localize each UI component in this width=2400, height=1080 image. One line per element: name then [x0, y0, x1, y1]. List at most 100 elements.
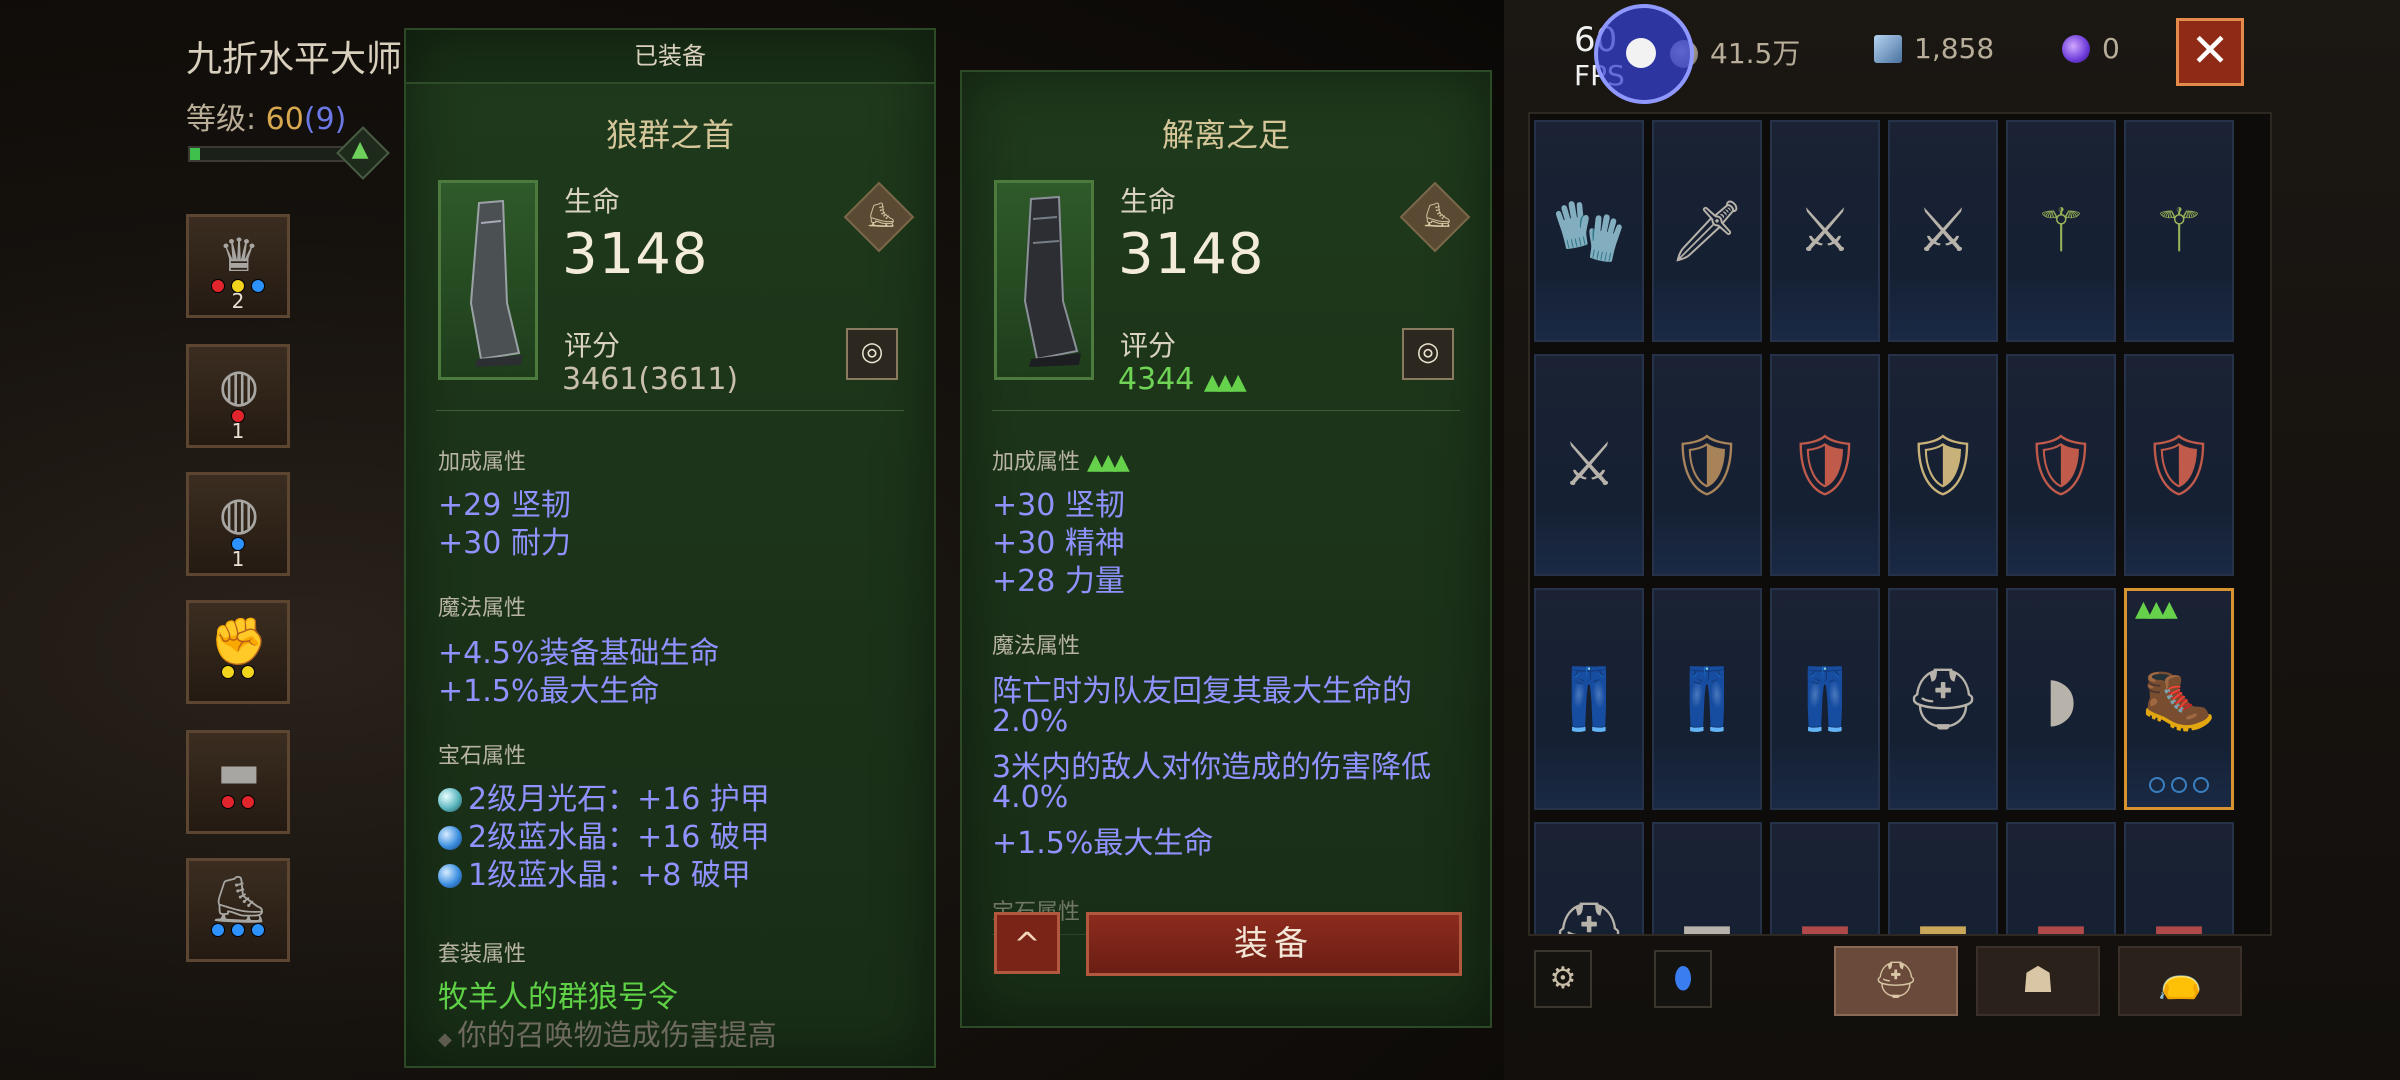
dark-helm-icon: ⛑: [1550, 898, 1628, 936]
inventory-tabbar: ⚙ ⬮ ⛑ ☗ 👝: [1528, 942, 2268, 1042]
upgrade-arrows-icon: ▲▲▲: [1203, 370, 1247, 395]
blue-gem-icon: [231, 923, 245, 937]
inventory-slot[interactable]: ▬: [1888, 822, 1998, 936]
empty-sockets: [2127, 777, 2231, 797]
equipment-slot-crown-of-gems[interactable]: ♛ 2: [186, 214, 290, 318]
serrated-sword-icon: ⚔: [1798, 196, 1852, 266]
pauldron-icon: ◗: [2045, 664, 2077, 734]
yellow-gem-icon: [241, 665, 255, 679]
bonus-attr: +30 耐力: [438, 526, 571, 561]
magic-attr: +1.5%最大生命: [992, 826, 1214, 861]
magic-attr: 4.0%: [992, 780, 1069, 815]
collapse-up-button[interactable]: ^: [994, 912, 1060, 974]
crown-of-gems-icon: ♛: [218, 228, 260, 282]
inventory-slot[interactable]: 🥾 ▲▲▲: [2124, 588, 2234, 810]
divider: [992, 410, 1460, 411]
inventory-slot[interactable]: ⛑: [1534, 822, 1644, 936]
upgrade-arrows-icon: ▲▲▲: [2135, 597, 2178, 622]
sapphire-icon: [438, 864, 462, 888]
compare-icon[interactable]: ◎: [846, 328, 898, 380]
inventory-slot[interactable]: 🛡: [2006, 354, 2116, 576]
inventory-slot[interactable]: ▬: [2006, 822, 2116, 936]
equipped-score-value: 3461(3611): [562, 362, 739, 397]
bonus-attributes-title: 加成属性: [438, 450, 527, 475]
equipped-tab: 已装备: [406, 30, 934, 84]
compare-item-name: 解离之足: [1161, 116, 1290, 154]
magic-attr: +1.5%最大生命: [438, 674, 660, 709]
set-name: 牧羊人的群狼号令: [438, 980, 678, 1015]
red-gem-icon: [241, 795, 255, 809]
leather-pants-icon: 👖: [1551, 664, 1627, 735]
crystal-icon: [1874, 35, 1902, 63]
inventory-slot[interactable]: ▬: [1770, 822, 1880, 936]
sapphire-orb-icon[interactable]: ⬮: [1654, 950, 1712, 1008]
inventory-slot[interactable]: 🧤: [1534, 120, 1644, 342]
jade-staff-icon: ⚚: [2034, 196, 2088, 266]
spiked-helm-icon: ⛑: [1904, 664, 1982, 735]
helmet-category-tab[interactable]: ⛑: [1834, 946, 1958, 1016]
inventory-slot[interactable]: 👖: [1534, 588, 1644, 810]
character-name: 九折水平大师: [186, 39, 403, 80]
compare-icon[interactable]: ◎: [1402, 328, 1454, 380]
serrated-sword-icon: ⚔: [1916, 196, 1970, 266]
magic-attr: 2.0%: [992, 704, 1069, 739]
magic-attributes-title: 魔法属性: [992, 634, 1081, 659]
upgrade-arrows-icon: ▲▲▲: [1087, 450, 1130, 475]
red-belt-icon: ▬: [2150, 898, 2208, 936]
gem-attributes-title: 宝石属性: [438, 744, 527, 769]
red-belt-icon: ▬: [1796, 898, 1854, 936]
equipment-slot-boots[interactable]: ⛸: [186, 858, 290, 962]
set-bonus: ◆ 你的召唤物造成伤害提高: [438, 1018, 777, 1052]
paragon-value: (9): [303, 102, 347, 137]
inventory-slot[interactable]: ⚚: [2006, 120, 2116, 342]
inventory-slot[interactable]: 👖: [1652, 588, 1762, 810]
level-value: 60: [265, 102, 304, 137]
equip-button[interactable]: 装备: [1086, 912, 1462, 976]
inventory-slot[interactable]: ⚔: [1770, 120, 1880, 342]
inventory-slot[interactable]: 🗡: [1652, 120, 1762, 342]
boots-icon: 🥾: [2141, 664, 2217, 735]
equipped-item-name: 狼群之首: [605, 116, 734, 154]
socket-gems: [189, 795, 287, 809]
equipment-slot-gauntlet[interactable]: ✊: [186, 600, 290, 704]
red-chest-icon: 🛡: [1786, 430, 1864, 501]
boots-icon: ⛸: [209, 872, 269, 926]
close-button[interactable]: ✕: [2176, 18, 2244, 86]
assistive-touch-icon[interactable]: [1594, 4, 1694, 104]
bronze-chest-icon: 🛡: [1668, 430, 1746, 501]
inventory-slot[interactable]: 🛡: [2124, 354, 2234, 576]
socket-gems: [189, 923, 287, 937]
inventory-slot[interactable]: 👖: [1770, 588, 1880, 810]
gold-belt-icon: ▬: [1914, 898, 1972, 936]
set-attributes-title: 套装属性: [438, 942, 527, 967]
settings-gear-icon[interactable]: ⚙: [1534, 950, 1592, 1008]
boots-slot-badge-icon: ⛸: [843, 181, 915, 253]
inventory-slot[interactable]: ⚔: [1888, 120, 1998, 342]
bag-category-tab[interactable]: 👝: [2118, 946, 2242, 1016]
inventory-slot[interactable]: ▬: [2124, 822, 2234, 936]
inventory-slot[interactable]: ⚔: [1534, 354, 1644, 576]
sapphire-icon: [438, 826, 462, 850]
inventory-slot[interactable]: ⚚: [2124, 120, 2234, 342]
blue-gem-icon: [211, 923, 225, 937]
inventory-slot[interactable]: ◗: [2006, 588, 2116, 810]
inventory-slot[interactable]: ▬: [1652, 822, 1762, 934]
magic-attributes-title: 魔法属性: [438, 596, 527, 621]
inventory-slot[interactable]: 🛡: [1770, 354, 1880, 576]
level-line: 等级: 60(9): [186, 94, 346, 138]
inventory-slot[interactable]: 🛡: [1888, 354, 1998, 576]
compare-score-value: 4344 ▲▲▲: [1118, 362, 1247, 397]
compare-score-label: 评分: [1120, 329, 1177, 362]
divider: [436, 410, 904, 411]
red-gem-icon: [221, 795, 235, 809]
equipped-life-value: 3148: [562, 222, 709, 287]
red-belt-icon: ▬: [2032, 898, 2090, 936]
armor-category-tab[interactable]: ☗: [1976, 946, 2100, 1016]
equipment-slot-ring[interactable]: ◍ 1: [186, 344, 290, 448]
equipment-slot-ring[interactable]: ◍ 1: [186, 472, 290, 576]
leather-pants-icon: 👖: [1787, 664, 1863, 735]
inventory-slot[interactable]: 🛡: [1652, 354, 1762, 576]
equipment-slot-belt[interactable]: ▬: [186, 730, 290, 834]
serrated-sword-icon: ⚔: [1562, 430, 1616, 500]
inventory-slot[interactable]: ⛑: [1888, 588, 1998, 810]
